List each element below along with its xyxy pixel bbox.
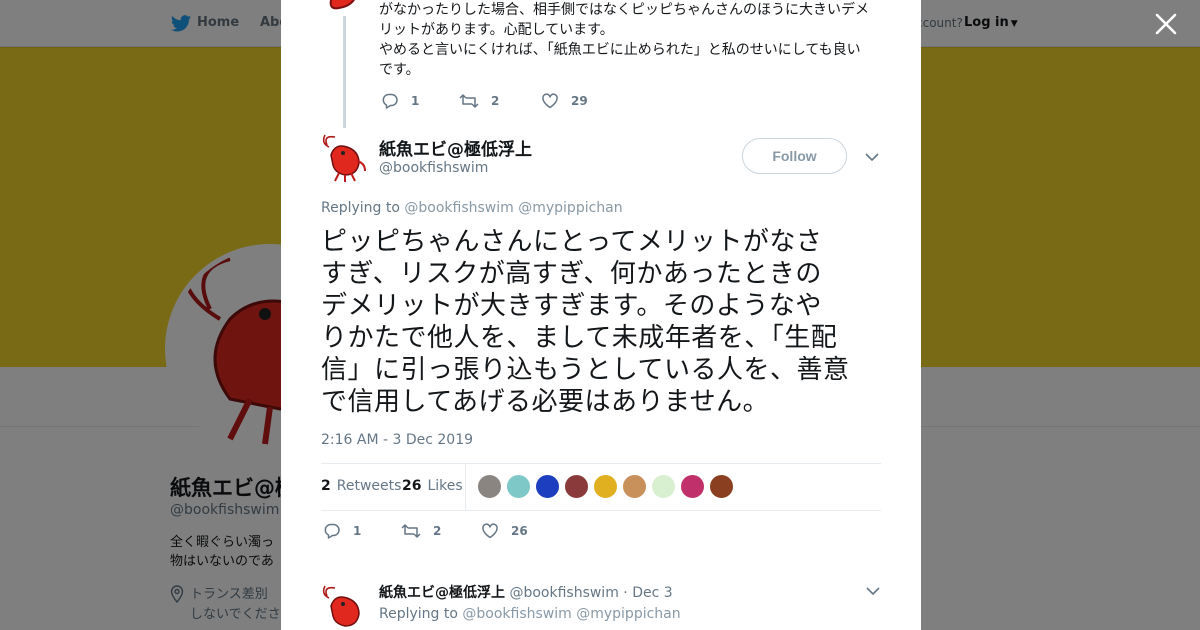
reply-icon xyxy=(382,93,398,109)
liker-avatar[interactable] xyxy=(651,474,676,499)
reply-count: 1 xyxy=(353,524,362,538)
reply-button[interactable]: 1 xyxy=(323,522,401,540)
previous-tweet-avatar[interactable] xyxy=(321,0,369,12)
tweet-line: デメリットが大きすぎます。そのようなや xyxy=(321,291,822,321)
reply-header: 紙魚エビ@極低浮上 @bookfishswim · Dec 3 xyxy=(379,582,673,602)
like-button[interactable]: 26 xyxy=(481,522,528,540)
liker-avatar[interactable] xyxy=(535,474,560,499)
likes-count: 26 xyxy=(402,478,422,494)
tweet-line: で信用してあげる必要はありません。 xyxy=(321,387,770,417)
retweet-icon xyxy=(459,94,479,108)
tweet-text: ピッピちゃんさんにとってメリットがなさ すぎ、リスクが高すぎ、何かあったときの … xyxy=(321,226,887,418)
liker-avatar[interactable] xyxy=(593,474,618,499)
close-icon[interactable] xyxy=(1152,10,1180,38)
tweet-line: やめると言いにくければ、「紙魚エビに止められた」と私のせいにしても良い xyxy=(379,42,861,58)
liker-avatar[interactable] xyxy=(564,474,589,499)
reply-count: 1 xyxy=(411,94,420,108)
liker-avatar[interactable] xyxy=(477,474,502,499)
like-button[interactable]: 29 xyxy=(541,92,588,110)
follow-button[interactable]: Follow xyxy=(742,138,847,174)
shrimp-icon xyxy=(322,134,366,182)
shrimp-icon xyxy=(322,585,360,627)
shrimp-icon xyxy=(329,0,355,10)
mention-link[interactable]: @mypippichan xyxy=(518,200,622,216)
retweets-label: Retweets xyxy=(336,478,402,494)
retweet-icon xyxy=(401,524,421,538)
retweet-button[interactable]: 2 xyxy=(459,92,541,110)
like-count: 29 xyxy=(571,94,588,108)
mention-link[interactable]: @bookfishswim xyxy=(462,606,571,622)
tweet-stats: 2 Retweets 26 Likes xyxy=(321,463,881,511)
reply-icon xyxy=(324,523,340,539)
stats-divider xyxy=(465,464,466,510)
tweet-actions: 1 2 26 xyxy=(323,522,528,540)
retweet-count: 2 xyxy=(491,94,500,108)
tweet-timestamp[interactable]: 2:16 AM - 3 Dec 2019 xyxy=(321,432,473,448)
likes-label: Likes xyxy=(427,478,463,494)
mention-link[interactable]: @bookfishswim xyxy=(404,200,513,216)
liker-avatar[interactable] xyxy=(680,474,705,499)
replying-to: Replying to @bookfishswim @mypippichan xyxy=(379,606,681,622)
tweet-line: すぎ、リスクが高すぎ、何かあったときの xyxy=(321,259,822,289)
tweet-line: リットがあります。心配しています。 xyxy=(379,22,614,38)
retweets-count: 2 xyxy=(321,478,331,494)
heart-icon xyxy=(542,93,558,109)
mention-link[interactable]: @mypippichan xyxy=(576,606,680,622)
tweet-line: りかたで他人を、まして未成年者を、「生配 xyxy=(321,323,838,353)
chevron-down-icon[interactable] xyxy=(864,150,880,164)
liker-avatar[interactable] xyxy=(506,474,531,499)
tweet-line: 信」に引っ張り込もうとしている人を、善意 xyxy=(321,355,850,385)
reply-author-name[interactable]: 紙魚エビ@極低浮上 xyxy=(379,585,505,601)
likes-stat[interactable]: 26 Likes xyxy=(402,478,463,494)
previous-tweet-actions: 1 2 29 xyxy=(381,92,588,110)
reply-author-avatar[interactable] xyxy=(321,584,369,630)
author-avatar[interactable] xyxy=(321,133,369,183)
author-name[interactable]: 紙魚エビ@極低浮上 xyxy=(379,135,532,160)
liker-avatar[interactable] xyxy=(709,474,734,499)
tweet-line: がなかったりした場合、相手側ではなくピッピちゃんさんのほうに大きいデメ xyxy=(379,2,869,18)
liker-avatar[interactable] xyxy=(622,474,647,499)
replying-to: Replying to @bookfishswim @mypippichan xyxy=(321,200,623,216)
thread-connector xyxy=(343,16,346,128)
heart-icon xyxy=(482,523,498,539)
reply-button[interactable]: 1 xyxy=(381,92,459,110)
tweet-line: です。 xyxy=(379,62,420,78)
reply-date[interactable]: · Dec 3 xyxy=(623,585,672,601)
replying-prefix: Replying to xyxy=(379,606,458,622)
like-count: 26 xyxy=(511,524,528,538)
replying-prefix: Replying to xyxy=(321,200,400,216)
chevron-down-icon[interactable] xyxy=(865,584,881,598)
retweet-count: 2 xyxy=(433,524,442,538)
retweet-button[interactable]: 2 xyxy=(401,522,481,540)
tweet-modal: がなかったりした場合、相手側ではなくピッピちゃんさんのほうに大きいデメ リットが… xyxy=(281,0,921,630)
retweets-stat[interactable]: 2 Retweets xyxy=(321,478,401,494)
tweet-line: ピッピちゃんさんにとってメリットがなさ xyxy=(321,227,823,257)
author-handle[interactable]: @bookfishswim xyxy=(379,160,488,176)
liker-avatars xyxy=(477,474,738,499)
reply-author-handle[interactable]: @bookfishswim xyxy=(509,585,618,601)
previous-tweet-text: がなかったりした場合、相手側ではなくピッピちゃんさんのほうに大きいデメ リットが… xyxy=(379,0,884,80)
